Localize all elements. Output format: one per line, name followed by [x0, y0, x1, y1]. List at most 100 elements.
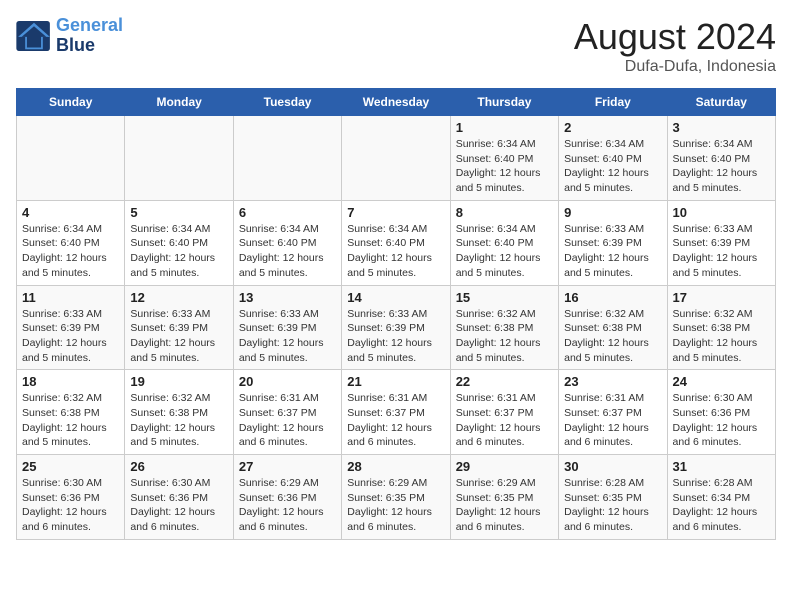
day-info: Sunrise: 6:28 AM Sunset: 6:35 PM Dayligh…	[564, 476, 661, 535]
day-info: Sunrise: 6:33 AM Sunset: 6:39 PM Dayligh…	[130, 307, 227, 366]
page-subtitle: Dufa-Dufa, Indonesia	[574, 58, 776, 76]
day-info: Sunrise: 6:34 AM Sunset: 6:40 PM Dayligh…	[22, 222, 119, 281]
calendar-day-cell: 17 Sunrise: 6:32 AM Sunset: 6:38 PM Dayli…	[667, 285, 775, 370]
day-info: Sunrise: 6:34 AM Sunset: 6:40 PM Dayligh…	[456, 137, 553, 196]
day-info: Sunrise: 6:29 AM Sunset: 6:35 PM Dayligh…	[456, 476, 553, 535]
calendar-week-row: 1 Sunrise: 6:34 AM Sunset: 6:40 PM Daylig…	[17, 116, 776, 201]
calendar-day-cell: 7 Sunrise: 6:34 AM Sunset: 6:40 PM Daylig…	[342, 200, 450, 285]
calendar-table: SundayMondayTuesdayWednesdayThursdayFrid…	[16, 88, 776, 540]
calendar-day-cell: 18 Sunrise: 6:32 AM Sunset: 6:38 PM Dayli…	[17, 370, 125, 455]
day-info: Sunrise: 6:34 AM Sunset: 6:40 PM Dayligh…	[347, 222, 444, 281]
logo-icon	[16, 21, 52, 51]
calendar-day-cell: 15Sunrise: 6:32 AM Sunset: 6:38 PM Dayli…	[450, 285, 558, 370]
calendar-day-cell	[125, 116, 233, 201]
calendar-day-cell: 5 Sunrise: 6:34 AM Sunset: 6:40 PM Daylig…	[125, 200, 233, 285]
day-info: Sunrise: 6:30 AM Sunset: 6:36 PM Dayligh…	[130, 476, 227, 535]
day-info: Sunrise: 6:32 AM Sunset: 6:38 PM Dayligh…	[130, 391, 227, 450]
weekday-header: Saturday	[667, 89, 775, 116]
day-number: 16	[564, 290, 661, 305]
day-info: Sunrise: 6:34 AM Sunset: 6:40 PM Dayligh…	[564, 137, 661, 196]
logo: GeneralBlue	[16, 16, 123, 56]
calendar-day-cell: 29 Sunrise: 6:29 AM Sunset: 6:35 PM Dayli…	[450, 455, 558, 540]
day-info: Sunrise: 6:34 AM Sunset: 6:40 PM Dayligh…	[239, 222, 336, 281]
day-number: 8	[456, 205, 553, 220]
calendar-day-cell: 13 Sunrise: 6:33 AM Sunset: 6:39 PM Dayli…	[233, 285, 341, 370]
day-info: Sunrise: 6:31 AM Sunset: 6:37 PM Dayligh…	[456, 391, 553, 450]
calendar-day-cell: 10Sunrise: 6:33 AM Sunset: 6:39 PM Dayli…	[667, 200, 775, 285]
calendar-day-cell: 2 Sunrise: 6:34 AM Sunset: 6:40 PM Daylig…	[559, 116, 667, 201]
day-number: 25	[22, 459, 119, 474]
day-number: 4	[22, 205, 119, 220]
day-info: Sunrise: 6:32 AM Sunset: 6:38 PM Dayligh…	[22, 391, 119, 450]
weekday-header: Monday	[125, 89, 233, 116]
day-info: Sunrise: 6:31 AM Sunset: 6:37 PM Dayligh…	[564, 391, 661, 450]
weekday-header-row: SundayMondayTuesdayWednesdayThursdayFrid…	[17, 89, 776, 116]
calendar-day-cell: 4 Sunrise: 6:34 AM Sunset: 6:40 PM Daylig…	[17, 200, 125, 285]
weekday-header: Wednesday	[342, 89, 450, 116]
calendar-day-cell: 8 Sunrise: 6:34 AM Sunset: 6:40 PM Daylig…	[450, 200, 558, 285]
day-number: 6	[239, 205, 336, 220]
day-number: 27	[239, 459, 336, 474]
calendar-day-cell: 14 Sunrise: 6:33 AM Sunset: 6:39 PM Dayli…	[342, 285, 450, 370]
calendar-day-cell: 26 Sunrise: 6:30 AM Sunset: 6:36 PM Dayli…	[125, 455, 233, 540]
day-number: 12	[130, 290, 227, 305]
day-info: Sunrise: 6:32 AM Sunset: 6:38 PM Dayligh…	[456, 307, 553, 366]
day-number: 17	[673, 290, 770, 305]
calendar-day-cell: 1 Sunrise: 6:34 AM Sunset: 6:40 PM Daylig…	[450, 116, 558, 201]
calendar-day-cell: 21 Sunrise: 6:31 AM Sunset: 6:37 PM Dayli…	[342, 370, 450, 455]
day-number: 2	[564, 120, 661, 135]
day-info: Sunrise: 6:33 AM Sunset: 6:39 PM Dayligh…	[564, 222, 661, 281]
logo-text: GeneralBlue	[56, 16, 123, 56]
day-info: Sunrise: 6:34 AM Sunset: 6:40 PM Dayligh…	[130, 222, 227, 281]
page-header: GeneralBlue August 2024 Dufa-Dufa, Indon…	[16, 16, 776, 76]
calendar-day-cell: 24 Sunrise: 6:30 AM Sunset: 6:36 PM Dayli…	[667, 370, 775, 455]
calendar-day-cell: 9 Sunrise: 6:33 AM Sunset: 6:39 PM Daylig…	[559, 200, 667, 285]
calendar-day-cell: 11 Sunrise: 6:33 AM Sunset: 6:39 PM Dayli…	[17, 285, 125, 370]
calendar-day-cell: 6 Sunrise: 6:34 AM Sunset: 6:40 PM Daylig…	[233, 200, 341, 285]
day-number: 1	[456, 120, 553, 135]
calendar-day-cell: 28Sunrise: 6:29 AM Sunset: 6:35 PM Dayli…	[342, 455, 450, 540]
calendar-day-cell: 25Sunrise: 6:30 AM Sunset: 6:36 PM Dayli…	[17, 455, 125, 540]
day-number: 9	[564, 205, 661, 220]
day-info: Sunrise: 6:34 AM Sunset: 6:40 PM Dayligh…	[456, 222, 553, 281]
day-number: 24	[673, 374, 770, 389]
day-number: 21	[347, 374, 444, 389]
day-info: Sunrise: 6:33 AM Sunset: 6:39 PM Dayligh…	[673, 222, 770, 281]
day-number: 26	[130, 459, 227, 474]
day-number: 11	[22, 290, 119, 305]
calendar-day-cell	[342, 116, 450, 201]
day-number: 14	[347, 290, 444, 305]
day-info: Sunrise: 6:33 AM Sunset: 6:39 PM Dayligh…	[22, 307, 119, 366]
day-info: Sunrise: 6:31 AM Sunset: 6:37 PM Dayligh…	[239, 391, 336, 450]
day-info: Sunrise: 6:30 AM Sunset: 6:36 PM Dayligh…	[673, 391, 770, 450]
day-info: Sunrise: 6:32 AM Sunset: 6:38 PM Dayligh…	[673, 307, 770, 366]
calendar-day-cell: 23Sunrise: 6:31 AM Sunset: 6:37 PM Dayli…	[559, 370, 667, 455]
calendar-day-cell: 22Sunrise: 6:31 AM Sunset: 6:37 PM Dayli…	[450, 370, 558, 455]
calendar-day-cell: 12 Sunrise: 6:33 AM Sunset: 6:39 PM Dayli…	[125, 285, 233, 370]
calendar-day-cell: 20Sunrise: 6:31 AM Sunset: 6:37 PM Dayli…	[233, 370, 341, 455]
calendar-week-row: 4 Sunrise: 6:34 AM Sunset: 6:40 PM Daylig…	[17, 200, 776, 285]
day-number: 19	[130, 374, 227, 389]
day-info: Sunrise: 6:33 AM Sunset: 6:39 PM Dayligh…	[239, 307, 336, 366]
calendar-day-cell: 3Sunrise: 6:34 AM Sunset: 6:40 PM Daylig…	[667, 116, 775, 201]
day-number: 13	[239, 290, 336, 305]
calendar-week-row: 11 Sunrise: 6:33 AM Sunset: 6:39 PM Dayli…	[17, 285, 776, 370]
calendar-day-cell	[233, 116, 341, 201]
day-info: Sunrise: 6:29 AM Sunset: 6:36 PM Dayligh…	[239, 476, 336, 535]
weekday-header: Friday	[559, 89, 667, 116]
day-number: 29	[456, 459, 553, 474]
page-title: August 2024	[574, 16, 776, 58]
calendar-week-row: 18 Sunrise: 6:32 AM Sunset: 6:38 PM Dayli…	[17, 370, 776, 455]
day-info: Sunrise: 6:28 AM Sunset: 6:34 PM Dayligh…	[673, 476, 770, 535]
day-number: 31	[673, 459, 770, 474]
calendar-day-cell: 27 Sunrise: 6:29 AM Sunset: 6:36 PM Dayli…	[233, 455, 341, 540]
day-number: 18	[22, 374, 119, 389]
day-info: Sunrise: 6:31 AM Sunset: 6:37 PM Dayligh…	[347, 391, 444, 450]
calendar-day-cell: 30Sunrise: 6:28 AM Sunset: 6:35 PM Dayli…	[559, 455, 667, 540]
day-number: 5	[130, 205, 227, 220]
day-info: Sunrise: 6:29 AM Sunset: 6:35 PM Dayligh…	[347, 476, 444, 535]
day-info: Sunrise: 6:33 AM Sunset: 6:39 PM Dayligh…	[347, 307, 444, 366]
calendar-week-row: 25 Sunrise: 6:30 AM Sunset: 6:36 PM Dayli…	[17, 455, 776, 540]
day-number: 7	[347, 205, 444, 220]
weekday-header: Sunday	[17, 89, 125, 116]
